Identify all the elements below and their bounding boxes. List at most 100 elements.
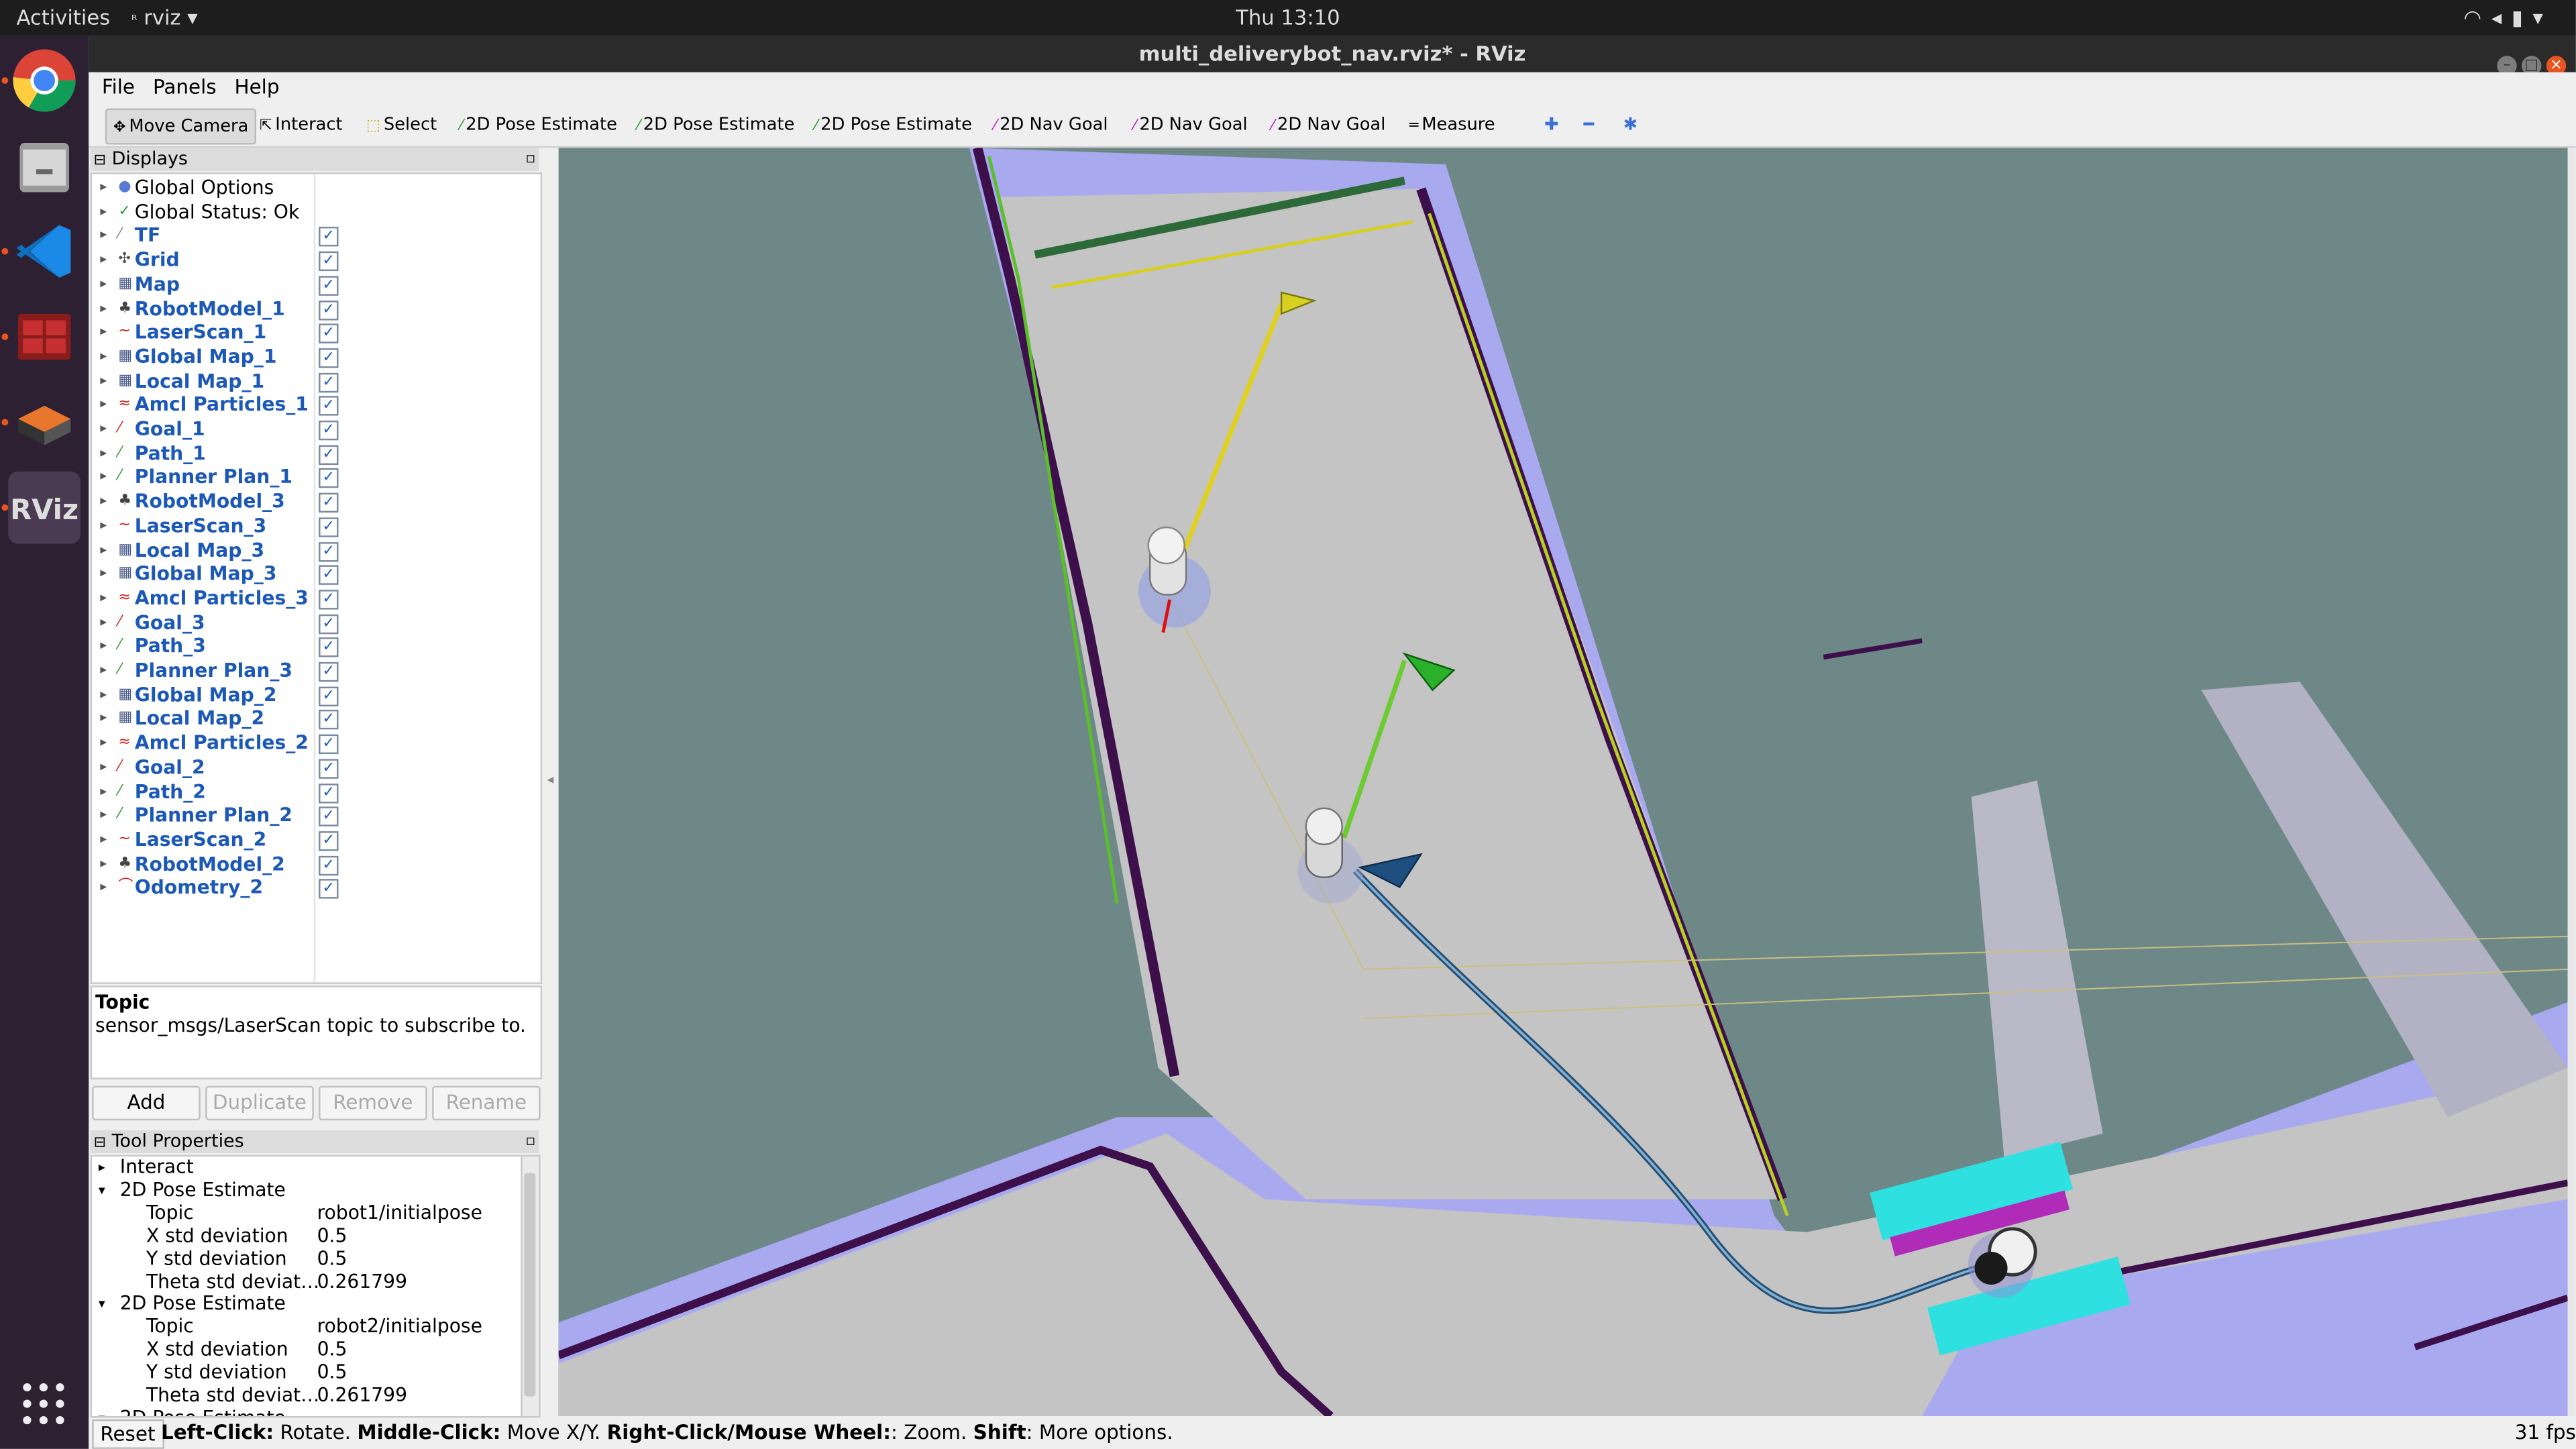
expand-arrow-icon[interactable]: ▸ bbox=[100, 176, 107, 200]
property-row[interactable]: ▾ 2D Pose Estimate bbox=[92, 1178, 523, 1202]
panel-close-icon[interactable]: ▫ bbox=[525, 148, 535, 170]
expand-arrow-icon[interactable]: ▸ bbox=[100, 586, 107, 610]
expand-arrow-icon[interactable]: ▸ bbox=[100, 659, 107, 683]
vscode-icon[interactable] bbox=[1, 215, 80, 288]
expand-arrow-icon[interactable]: ▸ bbox=[100, 755, 107, 780]
display-enabled-checkbox[interactable]: ✓ bbox=[319, 686, 339, 706]
display-item[interactable]: ▸ ⁄ Planner Plan_1 ✓ bbox=[92, 466, 541, 490]
expand-arrow-icon[interactable]: ▸ bbox=[100, 610, 107, 635]
display-enabled-checkbox[interactable]: ✓ bbox=[319, 275, 339, 296]
display-enabled-checkbox[interactable]: ✓ bbox=[319, 372, 339, 392]
expand-arrow-icon[interactable]: ▸ bbox=[100, 417, 107, 441]
tool-2d-nav-goal-1[interactable]: ⁄ 2D Nav Goal bbox=[987, 109, 1114, 142]
expand-arrow-icon[interactable]: ▸ bbox=[100, 731, 107, 755]
expand-arrow-icon[interactable]: ▸ bbox=[100, 297, 107, 321]
display-enabled-checkbox[interactable]: ✓ bbox=[319, 517, 339, 537]
property-row[interactable]: Y std deviation 0.5 bbox=[92, 1246, 523, 1271]
tool-select[interactable]: ⬚ Select bbox=[360, 109, 443, 142]
display-enabled-checkbox[interactable]: ✓ bbox=[319, 420, 339, 441]
property-value[interactable]: 0.261799 bbox=[317, 1383, 407, 1407]
menu-help[interactable]: Help bbox=[229, 72, 284, 102]
panel-splitter[interactable]: ◂ bbox=[542, 148, 555, 1416]
display-enabled-checkbox[interactable]: ✓ bbox=[319, 806, 339, 827]
expand-arrow-icon[interactable]: ▸ bbox=[100, 538, 107, 562]
tool-measure[interactable]: ═ Measure bbox=[1403, 109, 1501, 142]
display-item[interactable]: ▸ ~ LaserScan_2 ✓ bbox=[92, 828, 541, 852]
expand-arrow-icon[interactable]: ▸ bbox=[100, 514, 107, 538]
display-item[interactable]: ▸ ⁄ Goal_2 ✓ bbox=[92, 755, 541, 780]
display-item[interactable]: ▸ ⁄ Goal_1 ✓ bbox=[92, 417, 541, 441]
expand-arrow-icon[interactable]: ▸ bbox=[100, 852, 107, 876]
display-enabled-checkbox[interactable]: ✓ bbox=[319, 299, 339, 320]
property-value[interactable]: 0.5 bbox=[317, 1224, 347, 1248]
display-item[interactable]: ▸ ⁄ Planner Plan_2 ✓ bbox=[92, 804, 541, 828]
expand-arrow-icon[interactable]: ▾ bbox=[99, 1179, 105, 1202]
expand-arrow-icon[interactable]: ▸ bbox=[100, 635, 107, 659]
display-item[interactable]: ▸ ✣ Grid ✓ bbox=[92, 248, 541, 272]
display-item[interactable]: ▸ ▦ Global Map_3 ✓ bbox=[92, 562, 541, 586]
display-enabled-checkbox[interactable]: ✓ bbox=[319, 396, 339, 417]
property-row[interactable]: ▾ 2D Pose Estimate bbox=[92, 1406, 523, 1416]
software-center-icon[interactable] bbox=[1, 386, 80, 458]
tool-2d-pose-estimate-1[interactable]: ⁄ 2D Pose Estimate bbox=[453, 109, 624, 142]
display-item[interactable]: ▸ ▦ Global Map_1 ✓ bbox=[92, 345, 541, 369]
tool-menu-button[interactable]: ✱ bbox=[1617, 109, 1644, 142]
display-enabled-checkbox[interactable]: ✓ bbox=[319, 227, 339, 248]
property-row[interactable]: Theta std deviat… 0.261799 bbox=[92, 1383, 523, 1407]
clock[interactable]: Thu 13:10 bbox=[0, 5, 2576, 30]
property-row[interactable]: Y std deviation 0.5 bbox=[92, 1360, 523, 1385]
display-item[interactable]: ▸ ▦ Local Map_3 ✓ bbox=[92, 538, 541, 562]
add-display-button[interactable]: Add bbox=[92, 1085, 201, 1121]
expand-arrow-icon[interactable]: ▸ bbox=[100, 248, 107, 272]
reset-button[interactable]: Reset bbox=[92, 1419, 164, 1449]
tool-2d-pose-estimate-3[interactable]: ⁄ 2D Pose Estimate bbox=[808, 109, 979, 142]
display-item[interactable]: ▸ ▦ Local Map_1 ✓ bbox=[92, 369, 541, 393]
property-row[interactable]: X std deviation 0.5 bbox=[92, 1338, 523, 1362]
property-row[interactable]: X std deviation 0.5 bbox=[92, 1224, 523, 1248]
display-item[interactable]: ▸ ♣ RobotModel_3 ✓ bbox=[92, 490, 541, 514]
expand-arrow-icon[interactable]: ▾ bbox=[99, 1407, 105, 1416]
display-enabled-checkbox[interactable]: ✓ bbox=[319, 347, 339, 368]
property-row[interactable]: Topic robot1/initialpose bbox=[92, 1201, 523, 1225]
duplicate-display-button[interactable]: Duplicate bbox=[205, 1085, 314, 1121]
display-item[interactable]: ▸ ⁄ Path_1 ✓ bbox=[92, 441, 541, 466]
expand-arrow-icon[interactable]: ▸ bbox=[100, 562, 107, 586]
display-enabled-checkbox[interactable]: ✓ bbox=[319, 879, 339, 900]
display-item[interactable]: ▸ ~ LaserScan_1 ✓ bbox=[92, 321, 541, 345]
show-applications-icon[interactable] bbox=[23, 1383, 66, 1426]
display-enabled-checkbox[interactable]: ✓ bbox=[319, 444, 339, 465]
display-item[interactable]: ▸ ≈ Amcl Particles_1 ✓ bbox=[92, 393, 541, 417]
expand-arrow-icon[interactable]: ▸ bbox=[99, 1157, 105, 1179]
expand-arrow-icon[interactable]: ▸ bbox=[100, 466, 107, 490]
tool-2d-nav-goal-2[interactable]: ⁄ 2D Nav Goal bbox=[1127, 109, 1254, 142]
display-item[interactable]: ▸ ⁄ TF ✓ bbox=[92, 224, 541, 248]
display-item[interactable]: ▸ ⁄ Planner Plan_3 ✓ bbox=[92, 659, 541, 683]
tool-interact[interactable]: ⇱ Interact bbox=[253, 109, 349, 142]
property-value[interactable]: robot2/initialpose bbox=[317, 1315, 482, 1339]
display-item[interactable]: ▸ ♣ RobotModel_2 ✓ bbox=[92, 852, 541, 876]
display-enabled-checkbox[interactable]: ✓ bbox=[319, 734, 339, 755]
3d-viewport[interactable] bbox=[558, 148, 2568, 1416]
display-enabled-checkbox[interactable]: ✓ bbox=[319, 710, 339, 731]
display-enabled-checkbox[interactable]: ✓ bbox=[319, 541, 339, 561]
expand-arrow-icon[interactable]: ▾ bbox=[99, 1293, 105, 1316]
display-enabled-checkbox[interactable]: ✓ bbox=[319, 661, 339, 682]
property-value[interactable]: 0.5 bbox=[317, 1246, 347, 1271]
expand-arrow-icon[interactable]: ▸ bbox=[100, 369, 107, 393]
menu-file[interactable]: File bbox=[97, 72, 140, 102]
display-item[interactable]: ▸ ~ LaserScan_3 ✓ bbox=[92, 514, 541, 538]
display-item[interactable]: ▸ ⁄ Goal_3 ✓ bbox=[92, 610, 541, 635]
display-item[interactable]: ▸ ≈ Amcl Particles_3 ✓ bbox=[92, 586, 541, 610]
display-enabled-checkbox[interactable]: ✓ bbox=[319, 830, 339, 851]
property-value[interactable]: robot1/initialpose bbox=[317, 1201, 482, 1225]
display-enabled-checkbox[interactable]: ✓ bbox=[319, 613, 339, 634]
display-enabled-checkbox[interactable]: ✓ bbox=[319, 589, 339, 610]
display-enabled-checkbox[interactable]: ✓ bbox=[319, 251, 339, 272]
expand-arrow-icon[interactable]: ▸ bbox=[100, 441, 107, 466]
chrome-icon[interactable] bbox=[1, 44, 80, 117]
expand-arrow-icon[interactable]: ▸ bbox=[100, 876, 107, 900]
tool-2d-nav-goal-3[interactable]: ⁄ 2D Nav Goal bbox=[1265, 109, 1392, 142]
tool-move-camera[interactable]: ✥ Move Camera bbox=[105, 108, 257, 145]
add-tool-button[interactable]: ✚ bbox=[1538, 109, 1565, 142]
panel-collapse-icon[interactable]: ⊟ bbox=[94, 153, 106, 169]
